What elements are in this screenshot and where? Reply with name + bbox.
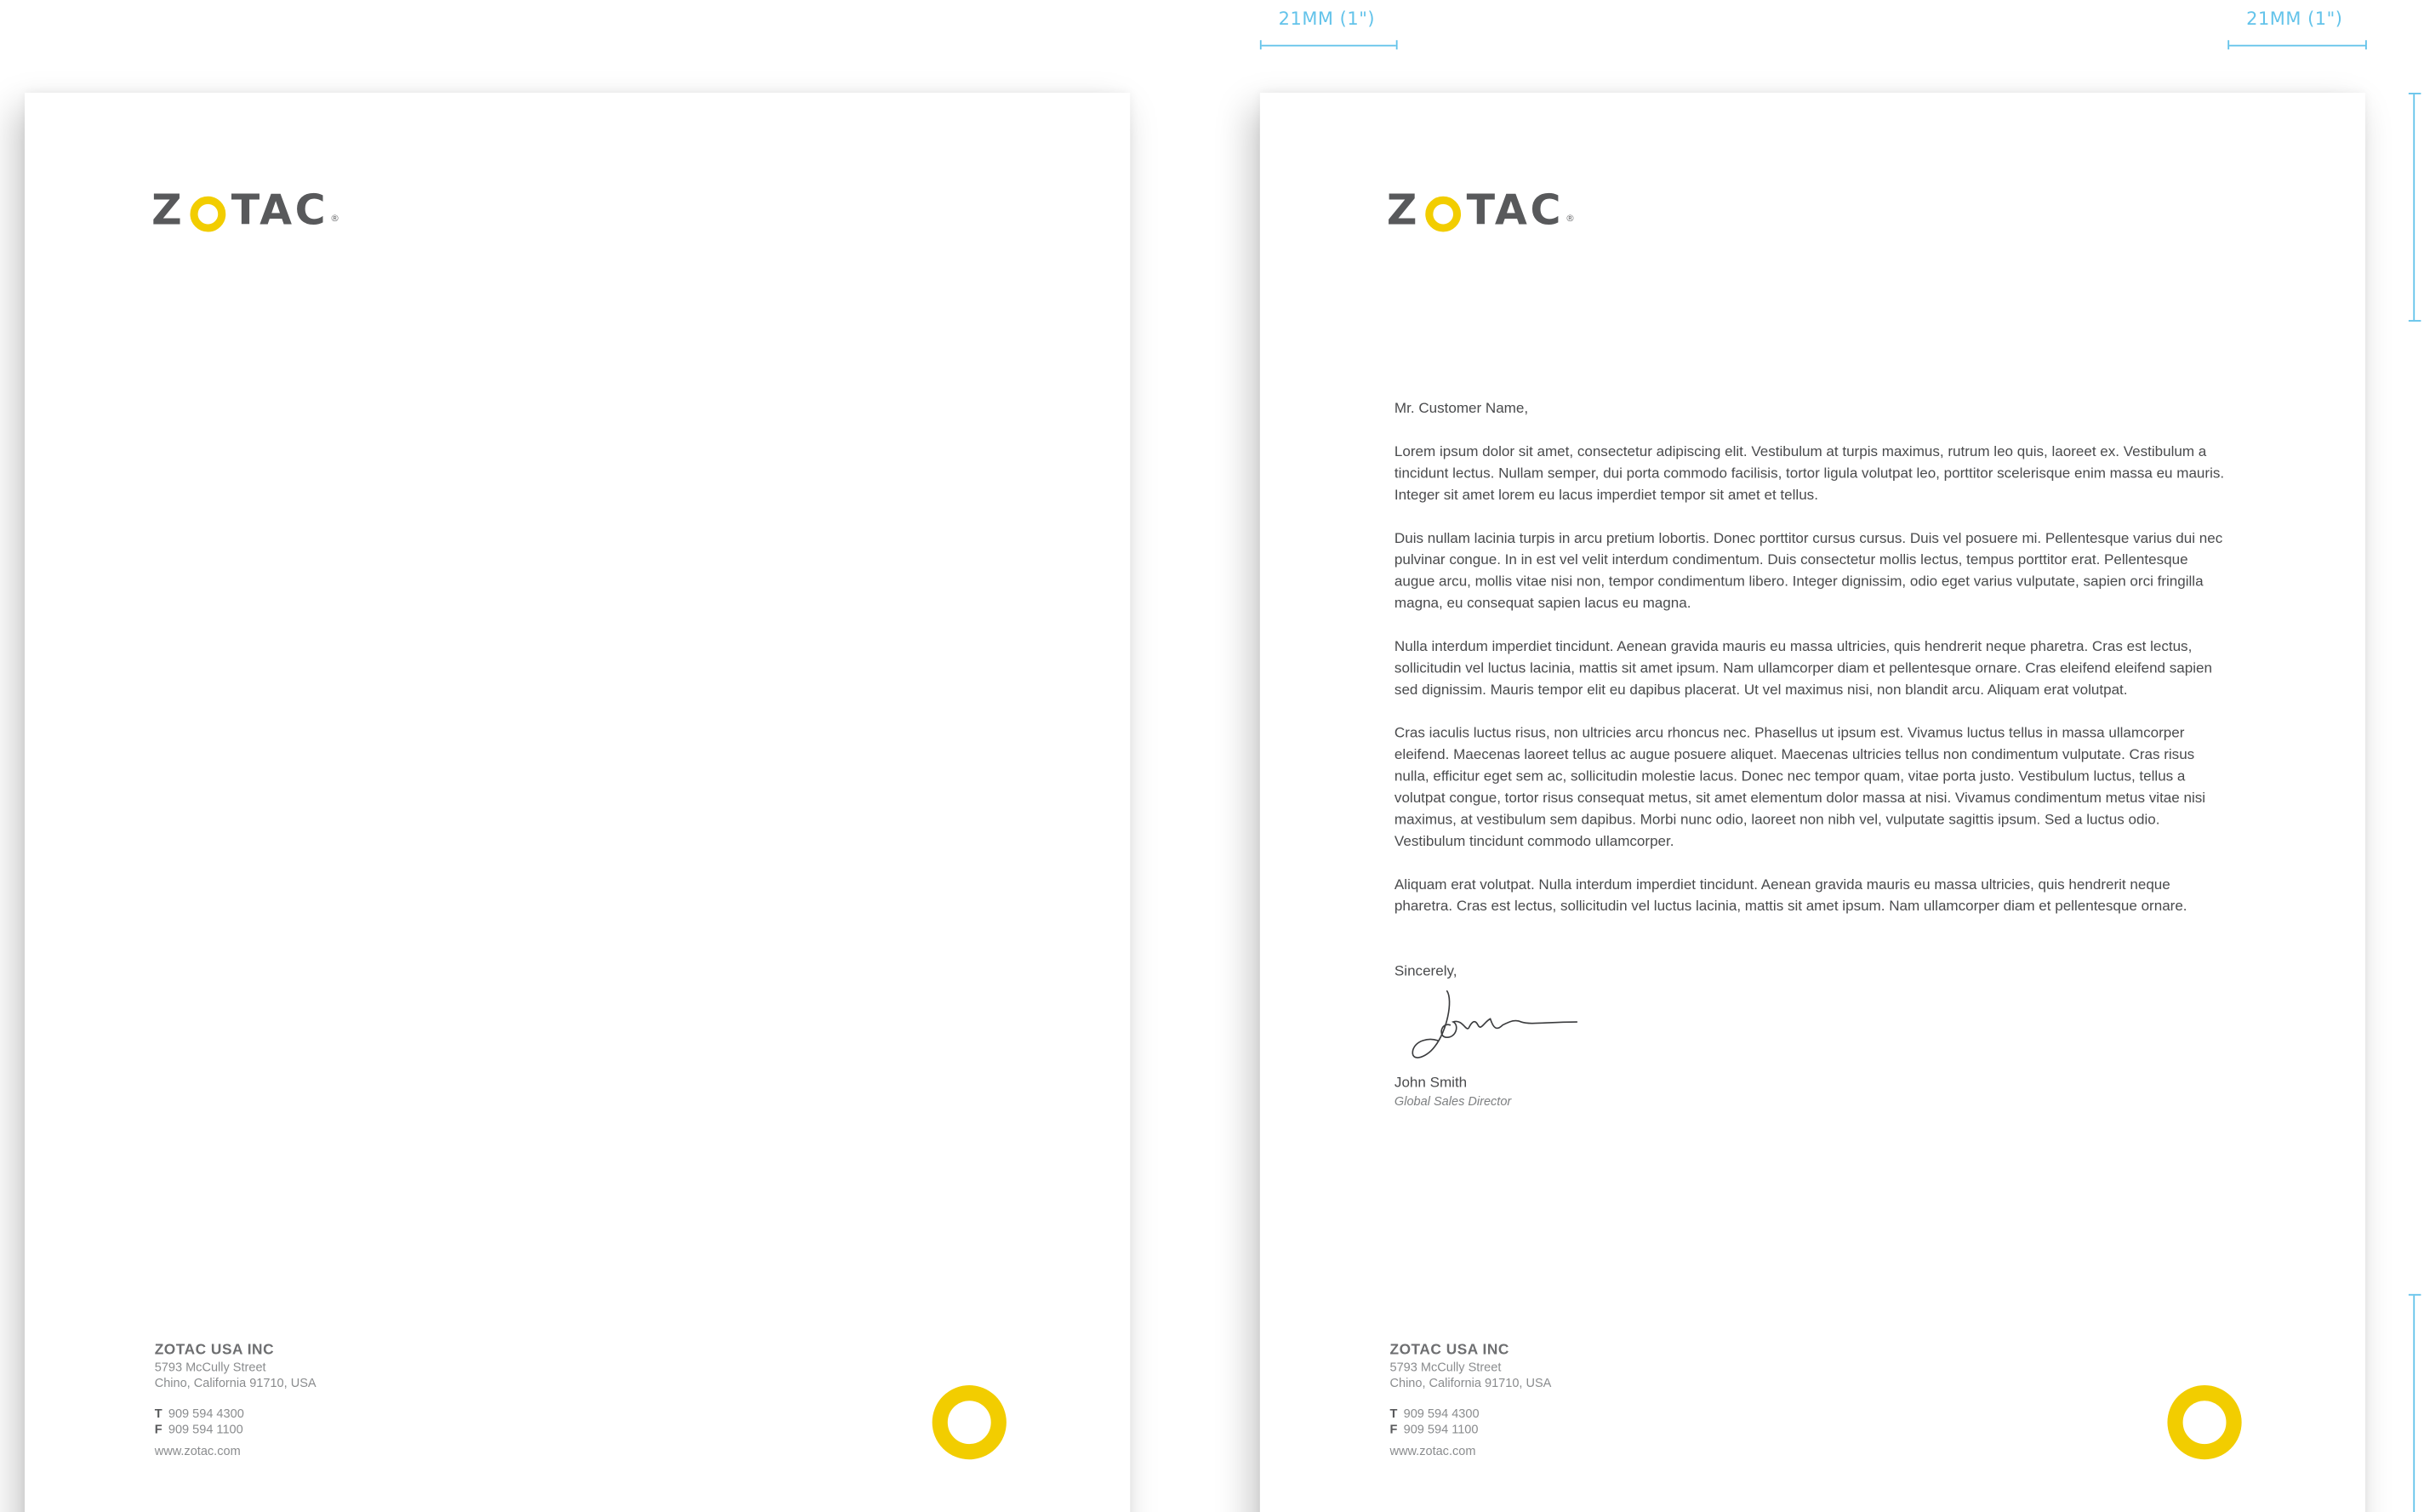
top-margin-dimension-line <box>2408 93 2421 322</box>
sample-letter-page: Z TAC ® Mr. Customer Name, Lorem ipsum dol… <box>1259 93 2366 1512</box>
letterhead-footer: ZOTAC USA INC 5793 McCully Street Chino,… <box>1389 1342 1760 1459</box>
bottom-margin-dimension-line <box>2408 1293 2421 1512</box>
street-address: 5793 McCully Street <box>154 1360 266 1375</box>
logo-o-ring-icon <box>1424 195 1461 231</box>
phone-line: T 909 594 4300 <box>154 1406 244 1421</box>
city-address: Chino, California 91710, USA <box>1389 1376 1552 1390</box>
right-margin-dimension-line <box>2227 40 2367 50</box>
zotac-logo: Z TAC ® <box>151 186 340 236</box>
logo-o-ring-icon <box>189 195 225 231</box>
closing: Sincerely, <box>1394 961 1457 979</box>
company-name: ZOTAC USA INC <box>1389 1342 1509 1360</box>
salutation: Mr. Customer Name, <box>1394 398 1529 416</box>
left-margin-label: 21MM (1") <box>1278 8 1376 30</box>
paragraph: Cras iaculis luctus risus, non ultricies… <box>1394 723 2206 849</box>
signer-name: John Smith <box>1394 1072 1468 1090</box>
fax-line: F 909 594 1100 <box>1389 1422 1479 1436</box>
letter-body: Mr. Customer Name, Lorem ipsum dolor sit… <box>1395 397 2229 1111</box>
city-address: Chino, California 91710, USA <box>154 1376 317 1390</box>
yellow-ring-icon <box>2167 1385 2242 1460</box>
yellow-ring-icon <box>932 1385 1007 1460</box>
paragraph: Lorem ipsum dolor sit amet, consectetur … <box>1394 442 2225 503</box>
street-address: 5793 McCully Street <box>1389 1360 1502 1375</box>
left-margin-dimension-line <box>1259 40 1398 50</box>
phone-line: T 909 594 4300 <box>1389 1406 1480 1421</box>
website-link: www.zotac.com <box>154 1444 241 1458</box>
company-name: ZOTAC USA INC <box>154 1342 275 1360</box>
handwritten-signature <box>1412 990 1578 1058</box>
letterhead-mockup: 21MM (1") 21MM (1") Z TAC ® ZOTAC USA INC … <box>0 0 2424 1512</box>
paragraph: Nulla interdum imperdiet tincidunt. Aene… <box>1394 636 2212 698</box>
blank-letterhead-page: Z TAC ® ZOTAC USA INC 5793 McCully Street … <box>25 93 1131 1512</box>
zotac-logo: Z TAC ® <box>1386 186 1575 236</box>
signer-title: Global Sales Director <box>1394 1094 1512 1109</box>
right-margin-label: 21MM (1") <box>2246 8 2343 30</box>
paragraph: Aliquam erat volutpat. Nulla interdum im… <box>1394 875 2187 914</box>
letterhead-footer: ZOTAC USA INC 5793 McCully Street Chino,… <box>155 1342 526 1459</box>
paragraph: Duis nullam lacinia turpis in arcu preti… <box>1394 528 2223 611</box>
fax-line: F 909 594 1100 <box>154 1422 243 1436</box>
website-link: www.zotac.com <box>1389 1444 1476 1458</box>
